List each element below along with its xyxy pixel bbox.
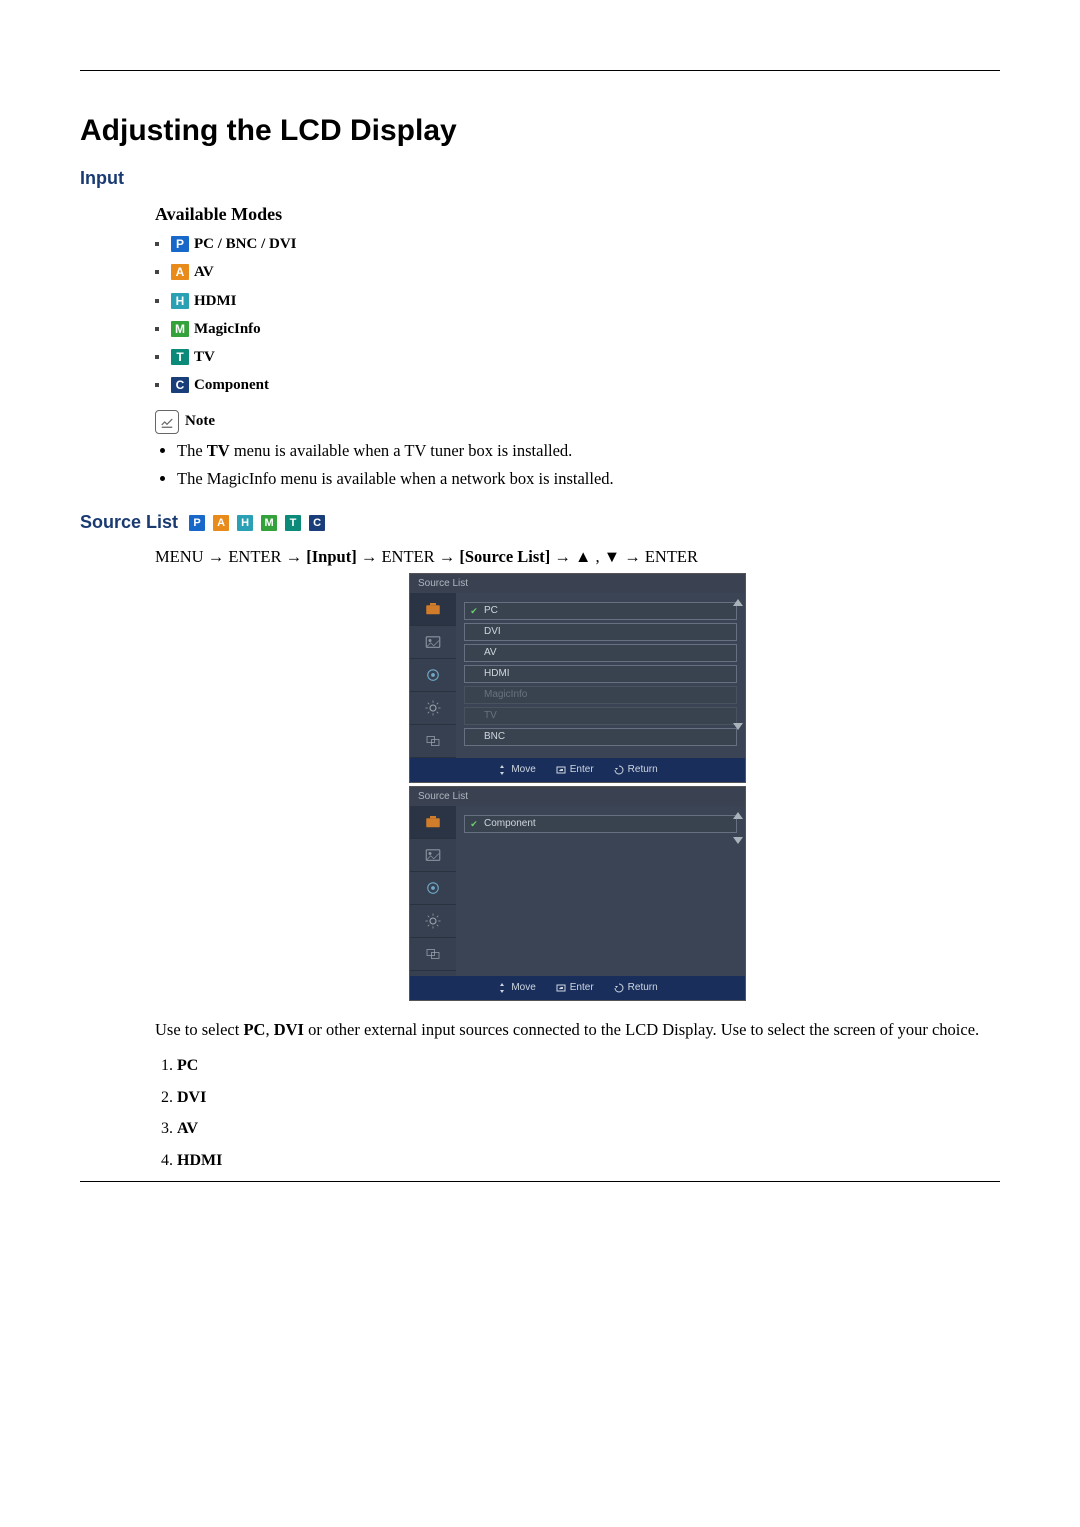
a-icon: A bbox=[213, 515, 229, 531]
osd-footer: Move Enter Return bbox=[410, 976, 745, 1000]
input-icon bbox=[410, 593, 456, 626]
bullet-icon bbox=[155, 299, 159, 303]
sound-icon bbox=[410, 872, 456, 905]
h-icon: H bbox=[171, 293, 189, 309]
osd-item-list: ✔PC DVI AV HDMI MagicInfo TV BNC bbox=[456, 593, 745, 758]
note-item: The MagicInfo menu is available when a n… bbox=[177, 468, 1000, 490]
osd-item: AV bbox=[464, 644, 737, 662]
description-paragraph: Use to select PC, DVI or other external … bbox=[155, 1019, 1000, 1041]
mode-label: PC / BNC / DVI bbox=[194, 234, 297, 254]
mode-label: TV bbox=[194, 347, 215, 367]
subheading-available-modes: Available Modes bbox=[155, 202, 1000, 226]
arrow-up-icon bbox=[733, 599, 743, 606]
bullet-icon bbox=[155, 270, 159, 274]
mode-item: C Component bbox=[155, 375, 1000, 395]
h-icon: H bbox=[237, 515, 253, 531]
list-item: HDMI bbox=[177, 1150, 1000, 1172]
osd-sidebar bbox=[410, 806, 456, 976]
multi-icon bbox=[410, 938, 456, 971]
mode-label: MagicInfo bbox=[194, 319, 261, 339]
arrow-up-icon bbox=[733, 812, 743, 819]
foot-return: Return bbox=[614, 981, 658, 995]
m-icon: M bbox=[261, 515, 277, 531]
foot-move: Move bbox=[497, 763, 535, 777]
check-icon: ✔ bbox=[469, 819, 479, 829]
available-modes-list: P PC / BNC / DVI A AV H HDMI M MagicInfo T TV… bbox=[155, 234, 1000, 396]
note-header: Note bbox=[155, 410, 1000, 434]
list-item: AV bbox=[177, 1118, 1000, 1140]
section-input: Input bbox=[80, 166, 1000, 190]
page-title: Adjusting the LCD Display bbox=[80, 111, 1000, 152]
note-label: Note bbox=[185, 411, 215, 431]
osd-item: ✔Component bbox=[464, 815, 737, 833]
osd-scrollbar bbox=[732, 812, 743, 844]
list-item: DVI bbox=[177, 1087, 1000, 1109]
navigation-path: MENU → ENTER → [Input] → ENTER → [Source… bbox=[155, 546, 1000, 568]
osd-item: HDMI bbox=[464, 665, 737, 683]
mode-item: P PC / BNC / DVI bbox=[155, 234, 1000, 254]
foot-enter: Enter bbox=[556, 763, 594, 777]
source-options-list: PC DVI AV HDMI bbox=[177, 1055, 1000, 1171]
osd-footer: Move Enter Return bbox=[410, 758, 745, 782]
top-rule bbox=[80, 70, 1000, 71]
a-icon: A bbox=[171, 264, 189, 280]
bullet-icon bbox=[155, 355, 159, 359]
t-icon: T bbox=[285, 515, 301, 531]
mode-label: AV bbox=[194, 262, 214, 282]
sound-icon bbox=[410, 659, 456, 692]
mode-item: M MagicInfo bbox=[155, 319, 1000, 339]
list-item: PC bbox=[177, 1055, 1000, 1077]
osd-title: Source List bbox=[410, 787, 745, 807]
osd-menu-1: Source List ✔PC DVI AV HDMI Magic bbox=[409, 573, 746, 783]
osd-menu-2: Source List ✔Component Move bbox=[409, 786, 746, 1001]
p-icon: P bbox=[171, 236, 189, 252]
osd-item: BNC bbox=[464, 728, 737, 746]
mode-item: T TV bbox=[155, 347, 1000, 367]
picture-icon bbox=[410, 839, 456, 872]
mode-item: H HDMI bbox=[155, 291, 1000, 311]
note-icon bbox=[155, 410, 179, 434]
osd-item-list: ✔Component bbox=[456, 806, 745, 976]
mode-label: HDMI bbox=[194, 291, 237, 311]
c-icon: C bbox=[309, 515, 325, 531]
bottom-rule bbox=[80, 1181, 1000, 1182]
osd-item: TV bbox=[464, 707, 737, 725]
arrow-down-icon bbox=[733, 723, 743, 730]
multi-icon bbox=[410, 725, 456, 758]
c-icon: C bbox=[171, 377, 189, 393]
foot-return: Return bbox=[614, 763, 658, 777]
mode-label: Component bbox=[194, 375, 269, 395]
foot-enter: Enter bbox=[556, 981, 594, 995]
mode-item: A AV bbox=[155, 262, 1000, 282]
arrow-down-icon bbox=[733, 837, 743, 844]
setup-icon bbox=[410, 905, 456, 938]
m-icon: M bbox=[171, 321, 189, 337]
p-icon: P bbox=[189, 515, 205, 531]
source-list-badges: P A H M T C bbox=[189, 515, 330, 531]
foot-move: Move bbox=[497, 981, 535, 995]
bullet-icon bbox=[155, 242, 159, 246]
osd-scrollbar bbox=[732, 599, 743, 730]
section-source-list: Source List P A H M T C bbox=[80, 510, 1000, 534]
osd-item: MagicInfo bbox=[464, 686, 737, 704]
osd-sidebar bbox=[410, 593, 456, 758]
check-icon: ✔ bbox=[469, 606, 479, 616]
notes-list: The TV menu is available when a TV tuner… bbox=[177, 440, 1000, 491]
osd-screenshots: Source List ✔PC DVI AV HDMI Magic bbox=[155, 573, 1000, 1001]
bullet-icon bbox=[155, 327, 159, 331]
osd-title: Source List bbox=[410, 574, 745, 594]
input-icon bbox=[410, 806, 456, 839]
t-icon: T bbox=[171, 349, 189, 365]
osd-item: DVI bbox=[464, 623, 737, 641]
setup-icon bbox=[410, 692, 456, 725]
osd-item: ✔PC bbox=[464, 602, 737, 620]
bullet-icon bbox=[155, 383, 159, 387]
picture-icon bbox=[410, 626, 456, 659]
note-item: The TV menu is available when a TV tuner… bbox=[177, 440, 1000, 462]
